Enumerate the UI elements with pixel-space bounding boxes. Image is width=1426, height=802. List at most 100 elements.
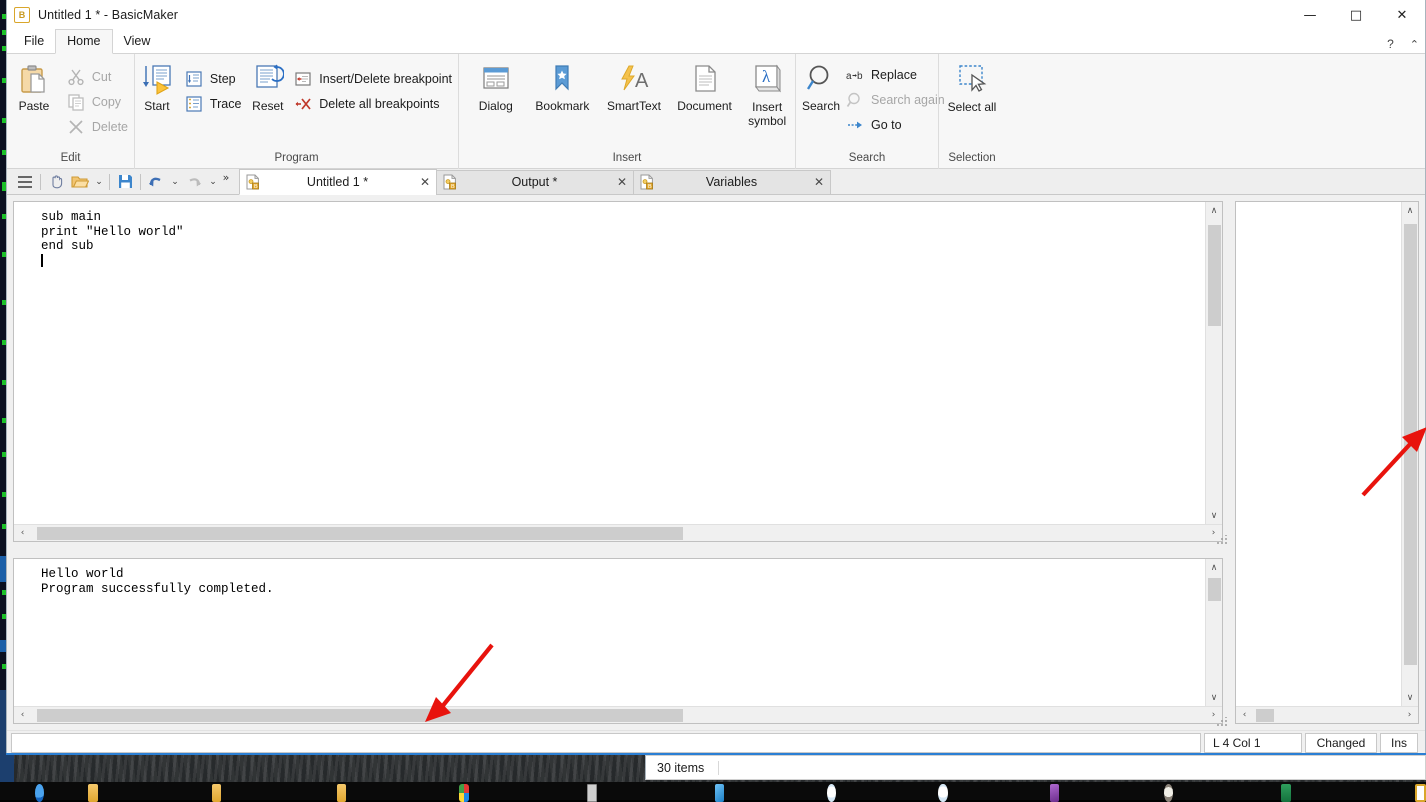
taskbar-icon-folder-3[interactable] (337, 784, 346, 802)
variables-hscroll-track[interactable] (1253, 707, 1401, 724)
editor-vscroll-track[interactable] (1206, 219, 1222, 507)
delete-button[interactable]: Delete (61, 114, 134, 139)
output-vscroll-track[interactable] (1206, 576, 1222, 689)
taskbar-icon-folder-2[interactable] (212, 784, 221, 802)
doc-tab-label: Variables (655, 175, 808, 189)
output-hscroll-thumb[interactable] (37, 709, 683, 722)
editor-scroll-left-button[interactable]: ‹ (14, 525, 31, 542)
search-button[interactable]: Search (802, 57, 840, 113)
doc-tab-output[interactable]: B Output * ✕ (436, 170, 634, 195)
search-again-button[interactable]: Search again (840, 87, 951, 112)
taskbar-icon-folder-1[interactable] (88, 784, 97, 802)
output-scroll-left-button[interactable]: ‹ (14, 707, 31, 724)
undo-icon[interactable] (144, 170, 168, 194)
paste-button[interactable]: Paste (7, 57, 61, 113)
taskbar-icon-basicmaker[interactable] (1415, 784, 1426, 802)
output-text[interactable]: Hello world Program successfully complet… (14, 559, 1205, 706)
undo-dropdown-icon[interactable]: ⌄ (168, 170, 182, 194)
document-tab-strip: B Untitled 1 * ✕ B Output * ✕ (239, 169, 830, 195)
close-button[interactable]: ✕ (1379, 0, 1425, 30)
redo-dropdown-icon[interactable]: ⌄ (206, 170, 220, 194)
maximize-button[interactable]: □ (1333, 0, 1379, 30)
taskbar-icon-browser[interactable] (35, 784, 44, 802)
output-vertical-scrollbar[interactable]: ∧ ∨ (1205, 559, 1222, 706)
taskbar-icon-colorful-app[interactable] (459, 784, 468, 802)
doc-tab-close-icon[interactable]: ✕ (611, 175, 633, 189)
editor-hscroll-thumb[interactable] (37, 527, 683, 540)
status-modified[interactable]: Changed (1305, 733, 1377, 753)
taskbar-icon-terminal[interactable] (587, 784, 597, 802)
save-icon[interactable] (113, 170, 137, 194)
hand-icon[interactable] (44, 170, 68, 194)
editor-scroll-up-button[interactable]: ∧ (1206, 202, 1222, 219)
doc-tab-close-icon[interactable]: ✕ (414, 175, 436, 189)
replace-button[interactable]: a b Replace (840, 62, 951, 87)
doc-tab-variables[interactable]: B Variables ✕ (633, 170, 831, 195)
dialog-button[interactable]: Dialog (465, 57, 527, 113)
variables-vscroll-thumb[interactable] (1404, 224, 1417, 666)
status-insert-mode[interactable]: Ins (1380, 733, 1418, 753)
open-dropdown-icon[interactable]: ⌄ (92, 170, 106, 194)
help-icon[interactable]: ? (1387, 37, 1394, 51)
insert-symbol-button[interactable]: λ Insert symbol (739, 57, 795, 128)
document-button[interactable]: Document (670, 57, 740, 113)
variables-scroll-left-button[interactable]: ‹ (1236, 707, 1253, 724)
editor-hscroll-track[interactable] (31, 525, 1205, 542)
goto-button[interactable]: Go to (840, 112, 951, 137)
title-bar[interactable]: Untitled 1 * - BasicMaker — □ ✕ (7, 0, 1425, 30)
taskbar-icon-app-blue[interactable] (715, 784, 724, 802)
start-button[interactable]: Start (135, 57, 179, 113)
output-scroll-up-button[interactable]: ∧ (1206, 559, 1222, 576)
variables-scroll-down-button[interactable]: ∨ (1402, 689, 1418, 706)
taskbar-icon-app-green[interactable] (1281, 784, 1290, 802)
delete-all-breakpoints-button[interactable]: Delete all breakpoints (288, 91, 458, 116)
more-commands-icon[interactable]: » (220, 170, 232, 194)
taskbar-icon-app-dark[interactable] (1164, 784, 1173, 802)
output-horizontal-scrollbar[interactable]: ‹ › (14, 706, 1222, 723)
taskbar-icon-app-purple[interactable] (1050, 784, 1059, 802)
smarttext-button[interactable]: A SmartText (598, 57, 670, 113)
doc-tab-close-icon[interactable]: ✕ (808, 175, 830, 189)
insert-delete-breakpoint-button[interactable]: Insert/Delete breakpoint (288, 66, 458, 91)
output-vscroll-thumb[interactable] (1208, 578, 1221, 601)
select-all-button[interactable]: Select all (942, 57, 1002, 114)
bookmark-button[interactable]: Bookmark (527, 57, 599, 113)
copy-button[interactable]: Copy (61, 89, 134, 114)
minimize-button[interactable]: — (1287, 0, 1333, 30)
trace-icon (185, 95, 203, 113)
collapse-ribbon-icon[interactable]: ⌃ (1410, 38, 1419, 51)
code-editor[interactable]: sub main print "Hello world" end sub (14, 202, 1205, 524)
group-label-search: Search (796, 151, 938, 169)
variables-list[interactable] (1236, 202, 1401, 706)
status-cursor-position[interactable]: L 4 Col 1 (1204, 733, 1302, 753)
output-resize-grip[interactable] (1216, 717, 1227, 728)
editor-horizontal-scrollbar[interactable]: ‹ › (14, 524, 1222, 541)
open-icon[interactable] (68, 170, 92, 194)
editor-resize-grip[interactable] (1216, 535, 1227, 546)
variables-scroll-right-button[interactable]: › (1401, 707, 1418, 724)
editor-vscroll-thumb[interactable] (1208, 225, 1221, 326)
variables-vscroll-track[interactable] (1402, 219, 1418, 689)
variables-vertical-scrollbar[interactable]: ∧ ∨ (1401, 202, 1418, 706)
tab-file[interactable]: File (13, 30, 55, 53)
doc-tab-untitled-1[interactable]: B Untitled 1 * ✕ (239, 169, 437, 195)
editor-scroll-down-button[interactable]: ∨ (1206, 507, 1222, 524)
redo-icon[interactable] (182, 170, 206, 194)
smarttext-label: SmartText (607, 100, 661, 113)
output-scroll-down-button[interactable]: ∨ (1206, 689, 1222, 706)
taskbar[interactable] (0, 782, 1426, 800)
cut-button[interactable]: Cut (61, 64, 134, 89)
step-button[interactable]: Step (179, 66, 248, 91)
trace-button[interactable]: Trace (179, 91, 248, 116)
editor-vertical-scrollbar[interactable]: ∧ ∨ (1205, 202, 1222, 524)
reset-button[interactable]: Reset (247, 57, 288, 113)
output-hscroll-track[interactable] (31, 707, 1205, 724)
taskbar-icon-app-white-1[interactable] (827, 784, 836, 802)
variables-horizontal-scrollbar[interactable]: ‹ › (1236, 706, 1418, 723)
variables-scroll-up-button[interactable]: ∧ (1402, 202, 1418, 219)
tab-view[interactable]: View (113, 30, 162, 53)
tab-home[interactable]: Home (55, 29, 112, 54)
taskbar-icon-app-white-2[interactable] (938, 784, 947, 802)
menu-icon[interactable] (13, 170, 37, 194)
variables-hscroll-thumb[interactable] (1256, 709, 1274, 722)
